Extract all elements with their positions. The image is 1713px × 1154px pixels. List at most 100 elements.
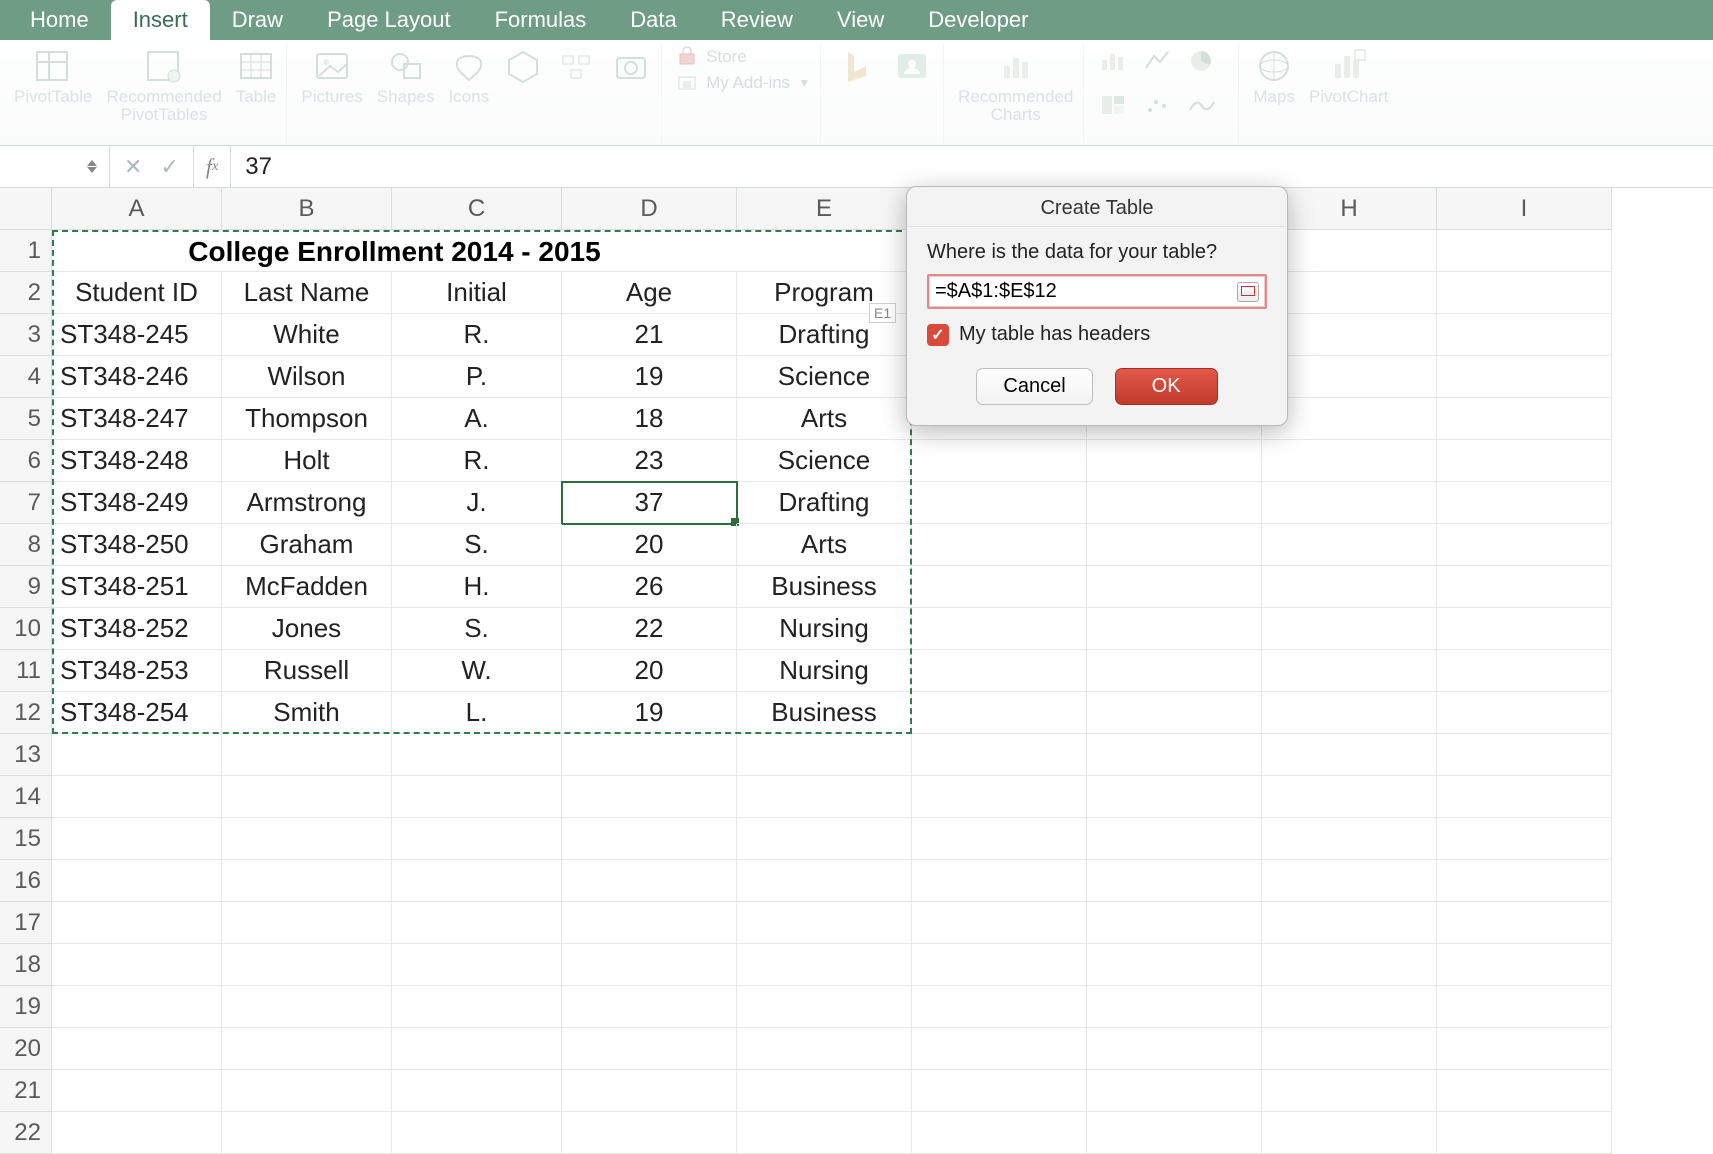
cell[interactable] [1437,734,1612,776]
cell[interactable] [1437,230,1612,272]
row-header[interactable]: 19 [0,986,52,1028]
cell[interactable] [222,230,392,272]
formula-input[interactable]: 37 [231,153,1713,181]
cell[interactable] [912,944,1087,986]
row-header[interactable]: 3 [0,314,52,356]
cell[interactable] [1262,440,1437,482]
line-chart-icon[interactable] [1142,46,1172,76]
cell[interactable] [1262,398,1437,440]
table-cell[interactable]: 26 [562,566,737,608]
cell[interactable] [1262,524,1437,566]
table-cell[interactable]: R. [392,440,562,482]
name-box-stepper[interactable] [87,160,103,173]
cell[interactable] [1087,818,1262,860]
cell[interactable] [1437,1028,1612,1070]
row-header[interactable]: 18 [0,944,52,986]
col-header-i[interactable]: I [1437,188,1612,230]
cell[interactable] [1262,944,1437,986]
cell[interactable] [1087,608,1262,650]
cell[interactable] [1262,356,1437,398]
cell[interactable] [737,1028,912,1070]
table-cell[interactable]: Armstrong [222,482,392,524]
tab-review[interactable]: Review [699,0,815,40]
cell[interactable] [912,566,1087,608]
cell[interactable] [912,440,1087,482]
table-cell[interactable]: S. [392,608,562,650]
table-cell[interactable]: ST348-247 [52,398,222,440]
cell[interactable] [1087,650,1262,692]
cell[interactable] [1437,776,1612,818]
cell[interactable] [1262,986,1437,1028]
table-cell[interactable]: Drafting [737,482,912,524]
cell[interactable] [222,986,392,1028]
tab-formulas[interactable]: Formulas [473,0,609,40]
cell[interactable] [1437,440,1612,482]
cell[interactable] [1262,902,1437,944]
cell[interactable] [52,1112,222,1154]
pictures-button[interactable]: Pictures [301,46,362,106]
cell[interactable] [392,860,562,902]
table-cell[interactable]: Holt [222,440,392,482]
table-cell[interactable]: Russell [222,650,392,692]
cell[interactable] [1437,986,1612,1028]
cell[interactable] [562,818,737,860]
cell[interactable] [222,1070,392,1112]
tab-developer[interactable]: Developer [906,0,1050,40]
cell[interactable] [392,1112,562,1154]
table-cell[interactable]: Science [737,356,912,398]
recommended-charts-button[interactable]: Recommended Charts [958,46,1073,124]
store-button[interactable]: Store [676,46,810,68]
select-all-corner[interactable] [0,188,52,230]
cancel-button[interactable]: Cancel [976,368,1092,405]
cell[interactable] [1262,818,1437,860]
cell[interactable] [1262,1070,1437,1112]
cell[interactable] [1437,272,1612,314]
cell[interactable] [1087,860,1262,902]
treemap-chart-icon[interactable] [1098,90,1128,120]
row-header[interactable]: 6 [0,440,52,482]
cell[interactable] [1437,902,1612,944]
cell[interactable] [1262,650,1437,692]
table-header-cell[interactable]: Student ID [52,272,222,314]
cell[interactable] [52,776,222,818]
cell[interactable] [562,734,737,776]
table-cell[interactable]: ST348-246 [52,356,222,398]
cell[interactable] [1262,1028,1437,1070]
cell[interactable] [912,608,1087,650]
row-header[interactable]: 1 [0,230,52,272]
cell[interactable] [392,734,562,776]
cell[interactable] [222,1028,392,1070]
cell[interactable] [52,734,222,776]
row-header[interactable]: 22 [0,1112,52,1154]
cell[interactable] [1437,650,1612,692]
cell[interactable] [1437,692,1612,734]
table-cell[interactable]: Arts [737,398,912,440]
cell[interactable] [562,1112,737,1154]
cell[interactable] [562,944,737,986]
cell[interactable] [222,776,392,818]
accept-formula-icon[interactable]: ✓ [160,154,178,180]
cell[interactable] [392,944,562,986]
table-cell[interactable]: A. [392,398,562,440]
ok-button[interactable]: OK [1115,368,1218,405]
col-header-d[interactable]: D [562,188,737,230]
row-header[interactable]: 11 [0,650,52,692]
table-cell[interactable]: S. [392,524,562,566]
table-button[interactable]: Table [236,46,277,106]
cell[interactable] [1087,482,1262,524]
worksheet-grid[interactable]: A B C D E F G H I 12Student IDLast NameI… [0,188,1612,1154]
smartart-button[interactable] [557,46,597,86]
col-header-b[interactable]: B [222,188,392,230]
cell[interactable] [52,1028,222,1070]
recommended-pivottables-button[interactable]: Recommended PivotTables [106,46,221,124]
cell[interactable] [1437,860,1612,902]
cell[interactable] [1437,608,1612,650]
cell[interactable] [1437,482,1612,524]
cell[interactable] [52,1070,222,1112]
cell[interactable] [912,986,1087,1028]
cell[interactable] [737,776,912,818]
table-cell[interactable]: Jones [222,608,392,650]
cell[interactable] [912,902,1087,944]
tab-view[interactable]: View [815,0,906,40]
cell[interactable] [222,1112,392,1154]
